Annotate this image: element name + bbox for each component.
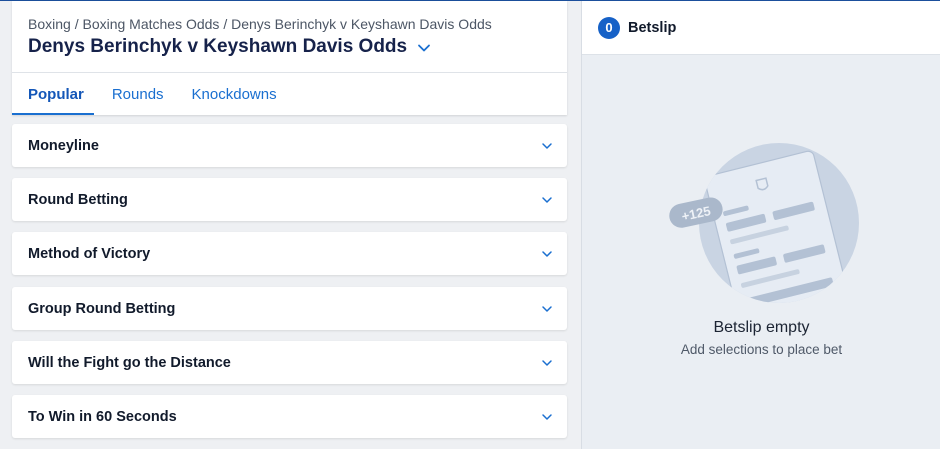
chevron-down-icon bbox=[542, 413, 552, 420]
empty-betslip-illustration: +125 bbox=[669, 143, 859, 303]
market-label: Moneyline bbox=[28, 137, 99, 154]
market-label: Will the Fight go the Distance bbox=[28, 354, 231, 371]
betslip-header[interactable]: 0 Betslip bbox=[582, 1, 940, 55]
betslip-title: Betslip bbox=[628, 19, 677, 36]
market-go-the-distance[interactable]: Will the Fight go the Distance bbox=[12, 341, 567, 384]
market-group-round-betting[interactable]: Group Round Betting bbox=[12, 287, 567, 330]
market-label: Round Betting bbox=[28, 191, 128, 208]
betslip-empty-subtitle: Add selections to place bet bbox=[680, 342, 843, 357]
betslip-empty-title: Betslip empty bbox=[713, 319, 810, 336]
chevron-down-icon bbox=[542, 142, 552, 149]
chevron-down-icon bbox=[542, 305, 552, 312]
market-moneyline[interactable]: Moneyline bbox=[12, 124, 567, 167]
tab-popular[interactable]: Popular bbox=[12, 73, 96, 115]
market-label: Method of Victory bbox=[28, 245, 151, 262]
betslip-panel: 0 Betslip +125 Betslip empty Add selecti… bbox=[581, 1, 940, 449]
market-win-in-60-seconds[interactable]: To Win in 60 Seconds bbox=[12, 395, 567, 438]
market-round-betting[interactable]: Round Betting bbox=[12, 178, 567, 221]
chevron-down-icon bbox=[418, 44, 431, 51]
chevron-down-icon bbox=[542, 250, 552, 257]
tab-knockdowns[interactable]: Knockdowns bbox=[176, 73, 289, 115]
event-header: Boxing / Boxing Matches Odds / Denys Ber… bbox=[12, 1, 567, 115]
market-method-of-victory[interactable]: Method of Victory bbox=[12, 232, 567, 275]
event-title-dropdown[interactable]: Denys Berinchyk v Keyshawn Davis Odds bbox=[28, 36, 431, 58]
market-tabs: Popular Rounds Knockdowns bbox=[12, 73, 289, 115]
market-label: Group Round Betting bbox=[28, 300, 176, 317]
tab-rounds[interactable]: Rounds bbox=[96, 73, 176, 115]
event-panel: Boxing / Boxing Matches Odds / Denys Ber… bbox=[0, 1, 581, 449]
betslip-count-badge: 0 bbox=[598, 16, 620, 39]
chevron-down-icon bbox=[542, 196, 552, 203]
market-label: To Win in 60 Seconds bbox=[28, 408, 177, 425]
page-title: Denys Berinchyk v Keyshawn Davis Odds bbox=[28, 36, 408, 57]
chevron-down-icon bbox=[542, 359, 552, 366]
breadcrumb[interactable]: Boxing / Boxing Matches Odds / Denys Ber… bbox=[28, 16, 492, 32]
